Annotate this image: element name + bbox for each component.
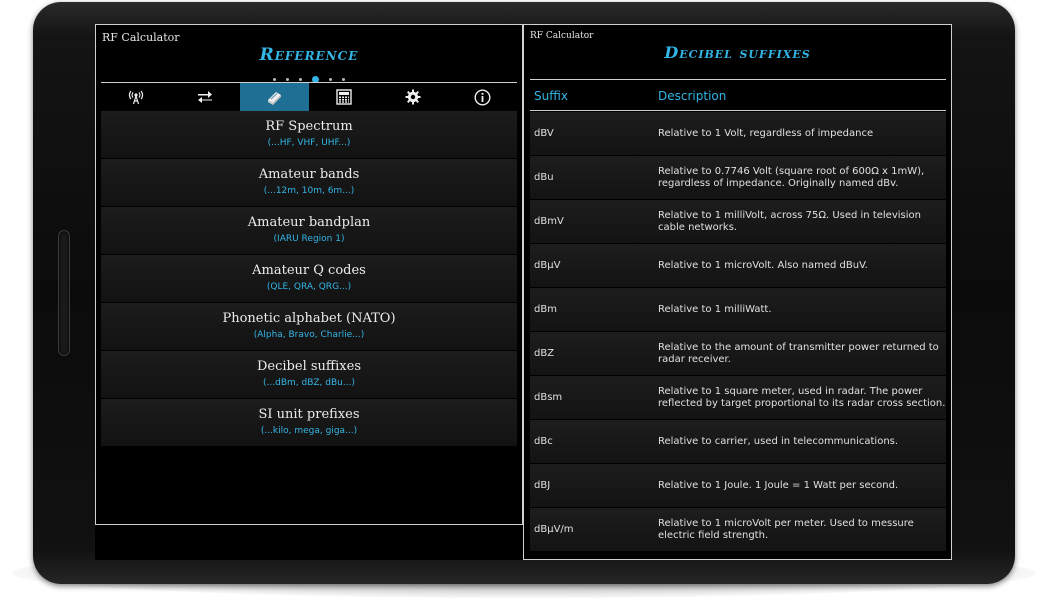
info-icon [474, 88, 491, 106]
menu-item[interactable]: Phonetic alphabet (NATO) (Alpha, Bravo, C… [101, 303, 517, 350]
reference-pane: RF Calculator Reference RF Spectrum (...… [95, 24, 523, 525]
suffix-cell: dBsm [534, 392, 563, 403]
app-title: RF Calculator [530, 31, 594, 41]
description-cell: Relative to 1 square meter, used in rada… [658, 385, 946, 409]
table-row: dBm Relative to 1 milliWatt. [530, 288, 946, 331]
column-header-description: Description [658, 89, 727, 103]
menu-item-subtitle: (...12m, 10m, 6m...) [263, 186, 355, 196]
decibel-suffixes-pane: RF Calculator Decibel suffixes Suffix De… [523, 24, 952, 560]
menu-item-title: Decibel suffixes [257, 359, 361, 374]
table-row: dBu Relative to 0.7746 Volt (square root … [530, 156, 946, 199]
description-cell: Relative to 1 milliVolt, across 75Ω. Use… [658, 209, 921, 233]
description-cell: Relative to carrier, used in telecommuni… [658, 435, 899, 447]
menu-item[interactable]: RF Spectrum (...HF, VHF, UHF...) [101, 111, 517, 158]
description-cell: Relative to 1 milliWatt. [658, 303, 772, 315]
table-row: dBZ Relative to the amount of transmitter… [530, 332, 946, 375]
page-indicator [96, 69, 522, 83]
description-cell: Relative to 1 Joule. 1 Joule = 1 Watt pe… [658, 479, 899, 491]
tab-calculator[interactable] [309, 83, 378, 111]
calculator-icon [335, 89, 352, 105]
description-cell: Relative to the amount of transmitter po… [658, 341, 939, 365]
swap-arrows-icon [197, 91, 212, 103]
page-dot[interactable] [329, 78, 332, 81]
description-cell: Relative to 0.7746 Volt (square root of … [658, 165, 925, 189]
menu-item[interactable]: Decibel suffixes (...dBm, dBZ, dBu...) [101, 351, 517, 398]
tab-info[interactable] [448, 83, 517, 111]
menu-item-title: Amateur bandplan [247, 215, 371, 230]
description-cell: Relative to 1 microVolt per meter. Used … [658, 517, 914, 541]
title-divider [530, 79, 946, 80]
hardware-button [58, 230, 70, 356]
page-title: Decibel suffixes [664, 43, 811, 62]
menu-item-subtitle: (IARU Region 1) [273, 234, 345, 244]
page-dot[interactable] [299, 78, 302, 81]
suffix-cell: dBµV [534, 260, 561, 271]
page-dot[interactable] [342, 78, 345, 81]
tab-converter[interactable] [170, 83, 239, 111]
menu-item-subtitle: (...dBm, dBZ, dBu...) [263, 378, 355, 388]
menu-item[interactable]: Amateur bands (...12m, 10m, 6m...) [101, 159, 517, 206]
tab-reference[interactable] [239, 83, 309, 111]
menu-item[interactable]: Amateur bandplan (IARU Region 1) [101, 207, 517, 254]
table-row: dBc Relative to carrier, used in telecomm… [530, 420, 946, 463]
table-row: dBV Relative to 1 Volt, regardless of imp… [530, 112, 946, 155]
page-dot[interactable] [273, 78, 276, 81]
tab-bar [101, 82, 517, 111]
menu-item-subtitle: (QLE, QRA, QRG...) [266, 282, 352, 292]
menu-item-title: Amateur Q codes [252, 263, 366, 278]
description-cell: Relative to 1 microVolt. Also named dBuV… [658, 259, 868, 271]
menu-item-title: Amateur bands [258, 167, 360, 182]
table-row: dBµV/m Relative to 1 microVolt per meter.… [530, 508, 946, 551]
menu-item[interactable]: Amateur Q codes (QLE, QRA, QRG...) [101, 255, 517, 302]
gear-icon [405, 89, 421, 105]
suffix-table[interactable]: dBV Relative to 1 Volt, regardless of imp… [530, 112, 946, 552]
suffix-cell: dBJ [534, 480, 551, 491]
tab-antenna[interactable] [101, 83, 170, 111]
suffix-cell: dBµV/m [534, 524, 574, 535]
antenna-icon [128, 90, 143, 105]
suffix-cell: dBmV [534, 216, 564, 227]
menu-item-title: RF Spectrum [265, 119, 353, 134]
menu-item-title: Phonetic alphabet (NATO) [222, 311, 396, 326]
menu-item-subtitle: (Alpha, Bravo, Charlie...) [253, 330, 365, 340]
table-row: dBJ Relative to 1 Joule. 1 Joule = 1 Watt… [530, 464, 946, 507]
table-row: dBµV Relative to 1 microVolt. Also named … [530, 244, 946, 287]
reference-menu: RF Spectrum (...HF, VHF, UHF...) Amateur b… [101, 111, 517, 447]
page-dot[interactable] [286, 78, 289, 81]
menu-item-title: SI unit prefixes [258, 407, 360, 422]
table-row: dBmV Relative to 1 milliVolt, across 75Ω.… [530, 200, 946, 243]
menu-item-subtitle: (...HF, VHF, UHF...) [267, 138, 351, 148]
page-title: Reference [259, 45, 359, 65]
book-icon [268, 92, 282, 105]
table-header: Suffix Description [530, 84, 946, 111]
description-cell: Relative to 1 Volt, regardless of impeda… [658, 127, 874, 139]
menu-item-subtitle: (...kilo, mega, giga...) [260, 426, 358, 436]
suffix-cell: dBm [534, 304, 557, 315]
app-title: RF Calculator [102, 31, 180, 44]
suffix-cell: dBu [534, 172, 554, 183]
suffix-cell: dBV [534, 128, 554, 139]
menu-item[interactable]: SI unit prefixes (...kilo, mega, giga...) [101, 399, 517, 446]
tab-settings[interactable] [378, 83, 447, 111]
suffix-cell: dBZ [534, 348, 555, 359]
table-row: dBsm Relative to 1 square meter, used in … [530, 376, 946, 419]
suffix-cell: dBc [534, 436, 553, 447]
column-header-suffix: Suffix [534, 89, 568, 103]
